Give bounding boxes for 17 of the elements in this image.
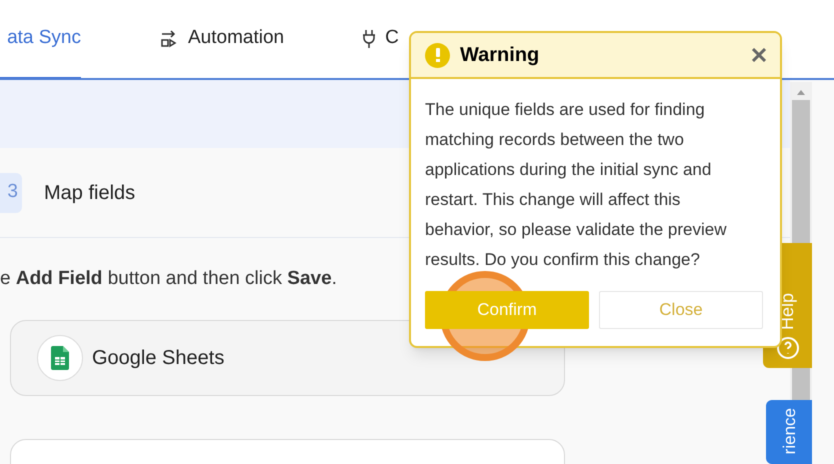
dialog-message: The unique fields are used for finding matching records between the two applications during the initial sync and restart. This change will affect this behavior, so please validate the preview results. Do you confirm this change? [424, 99, 728, 271]
spreadsheet-icon [37, 334, 83, 380]
nav-tab[interactable]: Automation [160, 0, 284, 78]
side-tab[interactable]: rience [766, 400, 812, 464]
step-number: 3 [0, 172, 22, 212]
scrollbar-track[interactable] [790, 368, 812, 400]
step-title: Map fields [44, 180, 136, 206]
instruction-text: e Add Field button and then click Save. [0, 267, 337, 291]
dialog-title: Warning [460, 43, 540, 68]
nav-tab[interactable]: C [361, 0, 399, 78]
close-icon[interactable] [752, 48, 766, 62]
plug-icon [361, 28, 378, 48]
scroll-up-icon[interactable] [796, 88, 806, 96]
close-button[interactable]: Close [599, 291, 763, 329]
warning-icon [425, 42, 450, 68]
scrollbar[interactable] [790, 82, 812, 243]
app-name: Google Sheets [92, 346, 224, 370]
